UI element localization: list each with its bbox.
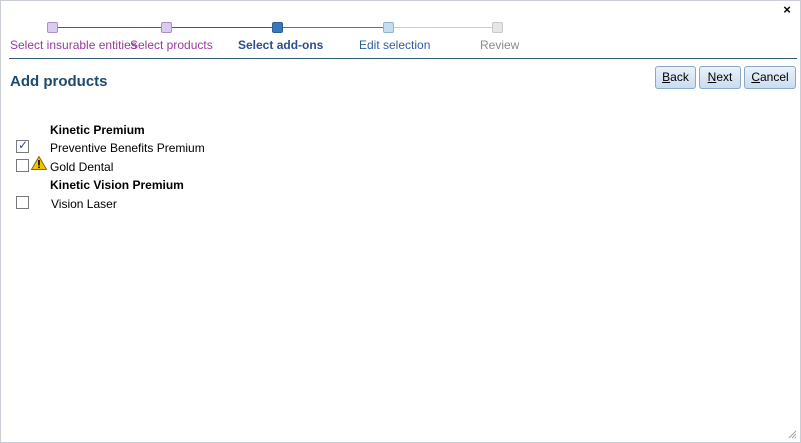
step-label-select-add-ons: Select add-ons	[238, 38, 324, 52]
header-divider	[9, 58, 797, 59]
step-connector	[167, 27, 278, 28]
step-connector	[389, 27, 498, 28]
back-button-hotkey: B	[662, 70, 671, 84]
item-label-gold-dental: Gold Dental	[50, 160, 114, 174]
warning-icon	[31, 156, 47, 170]
cancel-button-label: ancel	[759, 70, 789, 84]
step-label-review: Review	[480, 38, 520, 52]
group-title-kinetic-vision-premium: Kinetic Vision Premium	[50, 178, 184, 192]
resize-grip-icon[interactable]	[787, 429, 797, 439]
step-marker-edit-selection	[383, 22, 394, 33]
checkbox-preventive-benefits-premium[interactable]	[16, 138, 29, 153]
step-connector	[278, 27, 389, 28]
step-marker-select-products[interactable]	[161, 22, 172, 33]
step-label-select-insurable-entities[interactable]: Select insurable entities	[10, 38, 137, 52]
step-marker-review	[492, 22, 503, 33]
item-label-preventive-benefits-premium: Preventive Benefits Premium	[50, 141, 205, 155]
wizard-stepper: Select insurable entities Select product…	[1, 19, 561, 53]
step-marker-select-add-ons	[272, 22, 283, 33]
next-button-label: ext	[716, 70, 733, 84]
item-label-vision-laser: Vision Laser	[51, 197, 117, 211]
back-button-label: ack	[670, 70, 689, 84]
checkbox-vision-laser[interactable]	[16, 196, 29, 209]
cancel-button[interactable]: Cancel	[744, 66, 796, 89]
page-title: Add products	[10, 73, 108, 90]
next-button[interactable]: Next	[699, 66, 741, 89]
checkbox-gold-dental[interactable]	[16, 159, 29, 172]
dialog-window: × Select insurable entities Select produ…	[0, 0, 801, 443]
group-title-kinetic-premium: Kinetic Premium	[50, 123, 145, 137]
close-icon[interactable]: ×	[780, 3, 794, 17]
step-marker-select-insurable-entities[interactable]	[47, 22, 58, 33]
step-label-select-products[interactable]: Select products	[130, 38, 213, 52]
cancel-button-hotkey: C	[751, 70, 760, 84]
step-label-edit-selection: Edit selection	[359, 38, 431, 52]
back-button[interactable]: Back	[655, 66, 696, 89]
step-connector	[53, 27, 167, 28]
